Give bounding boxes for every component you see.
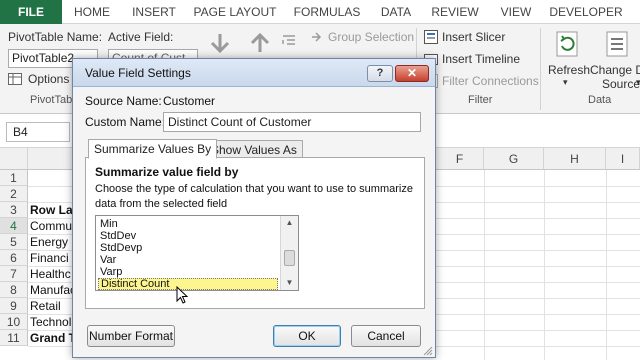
description-line-2: data from the selected field: [95, 198, 228, 210]
data-group-label: Data: [588, 94, 612, 106]
tab-formulas[interactable]: FORMULAS: [290, 0, 364, 24]
refresh-button[interactable]: Refresh: [548, 63, 590, 77]
row-header[interactable]: 6: [0, 250, 28, 266]
pivot-grand-total-cell[interactable]: Grand T: [30, 330, 76, 346]
row-header[interactable]: 7: [0, 266, 28, 282]
pivot-row-cell[interactable]: Energy: [30, 234, 68, 250]
row-header[interactable]: 2: [0, 186, 28, 202]
row-header[interactable]: 3: [0, 202, 28, 218]
change-data-source-dropdown-arrow[interactable]: ▾: [636, 77, 640, 88]
tab-home[interactable]: HOME: [68, 0, 116, 24]
drill-up-icon[interactable]: [248, 32, 272, 57]
options-icon: [8, 73, 22, 88]
active-field-label: Active Field:: [108, 30, 174, 44]
list-item-selected[interactable]: Distinct Count: [98, 278, 278, 290]
close-button[interactable]: ✕: [395, 65, 429, 82]
tab-view[interactable]: VIEW: [494, 0, 538, 24]
group-selection-button[interactable]: Group Selection: [328, 30, 414, 44]
row-header[interactable]: 4: [0, 218, 28, 234]
custom-name-label: Custom Name:: [85, 115, 166, 129]
section-heading: Summarize value field by: [95, 165, 239, 179]
column-header-g[interactable]: G: [484, 148, 544, 170]
list-item[interactable]: Min: [98, 218, 278, 230]
expand-field-icon[interactable]: [282, 34, 296, 51]
resize-grip-icon[interactable]: [423, 345, 433, 359]
row-header[interactable]: 1: [0, 170, 28, 186]
filter-group-label: Filter: [468, 94, 493, 106]
row-header[interactable]: 11: [0, 330, 28, 346]
group-selection-icon: [310, 31, 322, 46]
description-line-1: Choose the type of calculation that you …: [95, 183, 413, 195]
scroll-up-arrow-icon[interactable]: ▲: [281, 216, 298, 230]
grid-line: [606, 170, 607, 360]
pivot-row-cell[interactable]: Retail: [30, 298, 61, 314]
scroll-down-arrow-icon[interactable]: ▼: [281, 276, 298, 290]
change-data-source-icon: [604, 30, 630, 61]
insert-timeline-button[interactable]: Insert Timeline: [442, 52, 520, 66]
list-item[interactable]: Var: [98, 254, 278, 266]
value-field-settings-dialog: Value Field Settings ? ✕ Source Name: Cu…: [72, 58, 436, 358]
row-header[interactable]: 5: [0, 234, 28, 250]
list-item[interactable]: Varp: [98, 266, 278, 278]
number-format-button[interactable]: Number Format: [87, 325, 175, 347]
slicer-icon: [424, 30, 438, 47]
source-name-label: Source Name:: [85, 94, 162, 108]
pivot-row-cell[interactable]: Healthc: [30, 266, 71, 282]
list-item[interactable]: StdDev: [98, 230, 278, 242]
column-header-f[interactable]: F: [436, 148, 484, 170]
name-box[interactable]: B4: [6, 122, 70, 142]
change-data-source-button-line2[interactable]: Source: [602, 77, 640, 91]
listbox-scrollbar[interactable]: ▲ ▼: [280, 216, 298, 290]
row-header[interactable]: 8: [0, 282, 28, 298]
custom-name-field[interactable]: Distinct Count of Customer: [163, 112, 421, 132]
drill-down-icon[interactable]: [208, 32, 232, 57]
ribbon-separator: [540, 28, 541, 110]
tab-page-layout[interactable]: PAGE LAYOUT: [192, 0, 278, 24]
grid-line: [544, 170, 545, 360]
refresh-dropdown-arrow[interactable]: ▾: [563, 77, 568, 88]
help-button[interactable]: ?: [367, 65, 393, 82]
tab-review[interactable]: REVIEW: [428, 0, 482, 24]
row-header[interactable]: 9: [0, 298, 28, 314]
ok-button[interactable]: OK: [273, 325, 341, 347]
cancel-button[interactable]: Cancel: [351, 325, 421, 347]
pivot-row-cell[interactable]: Manufac: [30, 282, 76, 298]
pivot-name-label: PivotTable Name:: [8, 30, 103, 44]
options-button[interactable]: Options: [28, 72, 69, 86]
pivot-row-labels-header[interactable]: Row La: [30, 202, 73, 218]
tab-insert[interactable]: INSERT: [128, 0, 180, 24]
tab-developer[interactable]: DEVELOPER: [546, 0, 626, 24]
row-header[interactable]: 10: [0, 314, 28, 330]
dialog-title: Value Field Settings: [85, 66, 191, 80]
column-header-i[interactable]: I: [606, 148, 640, 170]
change-data-source-button[interactable]: Change Da: [590, 63, 640, 77]
pivot-row-cell[interactable]: Technol: [30, 314, 71, 330]
filter-connections-button[interactable]: Filter Connections: [442, 74, 539, 88]
grid-line: [484, 170, 485, 360]
mouse-pointer-icon: [176, 285, 189, 307]
calculation-listbox[interactable]: Min StdDev StdDevp Var Varp Distinct Cou…: [95, 215, 299, 291]
pivot-row-cell[interactable]: Financi: [30, 250, 69, 266]
list-item[interactable]: StdDevp: [98, 242, 278, 254]
column-header-h[interactable]: H: [544, 148, 606, 170]
insert-slicer-button[interactable]: Insert Slicer: [442, 30, 505, 44]
pivot-row-cell[interactable]: Commu: [30, 218, 72, 234]
dialog-title-bar[interactable]: Value Field Settings ? ✕: [73, 59, 435, 87]
tab-summarize-values-by[interactable]: Summarize Values By: [88, 139, 218, 159]
select-all-corner[interactable]: [0, 148, 28, 170]
tab-file[interactable]: FILE: [0, 0, 62, 24]
ribbon-tab-bar: FILE HOME INSERT PAGE LAYOUT FORMULAS DA…: [0, 0, 640, 24]
scroll-thumb[interactable]: [284, 250, 295, 266]
refresh-icon: [554, 30, 582, 61]
tab-data[interactable]: DATA: [374, 0, 418, 24]
source-name-value: Customer: [163, 94, 216, 108]
